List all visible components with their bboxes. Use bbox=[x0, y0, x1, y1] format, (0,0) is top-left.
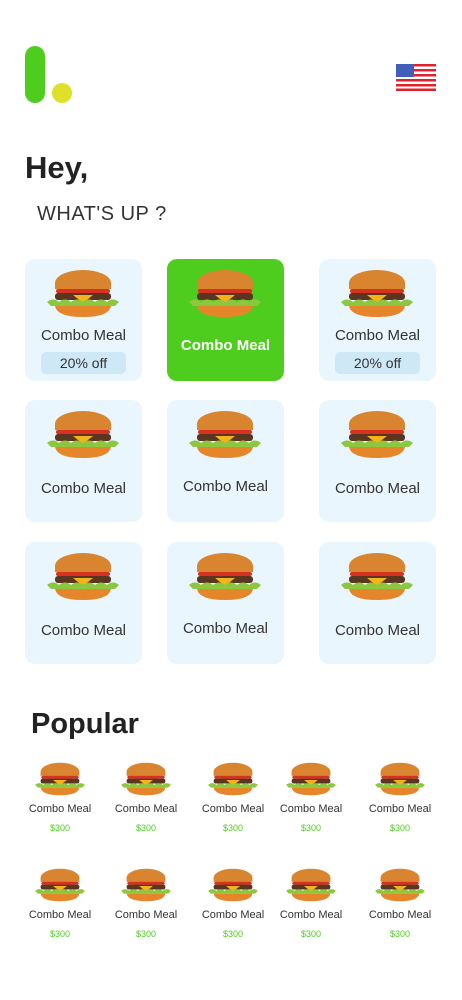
category-card[interactable]: Combo Meal bbox=[167, 259, 284, 381]
burger-image bbox=[43, 410, 123, 462]
item-name: Combo Meal bbox=[368, 803, 432, 815]
burger-image bbox=[337, 410, 417, 462]
category-name: Combo Meal bbox=[182, 478, 269, 495]
item-name: Combo Meal bbox=[114, 909, 178, 921]
category-card[interactable]: Combo Meal bbox=[319, 400, 436, 522]
category-card[interactable]: Combo Meal 20% off bbox=[319, 259, 436, 381]
us-flag-icon[interactable] bbox=[396, 64, 436, 91]
logo-dot bbox=[52, 83, 72, 103]
discount-badge: 20% off bbox=[41, 352, 126, 374]
popular-item[interactable]: Combo Meal $300 bbox=[195, 762, 271, 833]
popular-item[interactable]: Combo Meal $300 bbox=[108, 868, 184, 939]
item-name: Combo Meal bbox=[114, 803, 178, 815]
burger-image bbox=[337, 269, 417, 321]
item-name: Combo Meal bbox=[368, 909, 432, 921]
item-name: Combo Meal bbox=[201, 909, 265, 921]
burger-image bbox=[337, 552, 417, 604]
discount-badge: 20% off bbox=[335, 352, 420, 374]
item-name: Combo Meal bbox=[28, 909, 92, 921]
item-price: $300 bbox=[135, 929, 157, 939]
item-price: $300 bbox=[389, 929, 411, 939]
burger-image bbox=[283, 868, 339, 904]
burger-image bbox=[32, 762, 88, 798]
item-price: $300 bbox=[300, 823, 322, 833]
burger-image bbox=[372, 868, 428, 904]
category-card[interactable]: Combo Meal bbox=[25, 400, 142, 522]
popular-item[interactable]: Combo Meal $300 bbox=[362, 868, 438, 939]
logo-bar bbox=[25, 46, 45, 103]
category-name: Combo Meal bbox=[40, 327, 127, 344]
category-name: Combo Meal bbox=[40, 622, 127, 639]
popular-item[interactable]: Combo Meal $300 bbox=[273, 762, 349, 833]
category-card[interactable]: Combo Meal bbox=[25, 542, 142, 664]
category-name: Combo Meal bbox=[334, 480, 421, 497]
greeting-title: Hey, bbox=[25, 150, 89, 185]
item-price: $300 bbox=[389, 823, 411, 833]
burger-image bbox=[283, 762, 339, 798]
category-card[interactable]: Combo Meal bbox=[167, 542, 284, 664]
popular-item[interactable]: Combo Meal $300 bbox=[108, 762, 184, 833]
burger-image bbox=[32, 868, 88, 904]
category-name: Combo Meal bbox=[180, 337, 271, 354]
category-name: Combo Meal bbox=[334, 622, 421, 639]
burger-image bbox=[43, 269, 123, 321]
burger-image bbox=[118, 868, 174, 904]
burger-image bbox=[43, 552, 123, 604]
popular-title: Popular bbox=[31, 708, 139, 740]
item-price: $300 bbox=[222, 823, 244, 833]
burger-image bbox=[118, 762, 174, 798]
category-card[interactable]: Combo Meal 20% off bbox=[25, 259, 142, 381]
item-name: Combo Meal bbox=[28, 803, 92, 815]
burger-image bbox=[185, 552, 265, 604]
item-price: $300 bbox=[222, 929, 244, 939]
item-price: $300 bbox=[49, 929, 71, 939]
burger-image bbox=[205, 762, 261, 798]
category-name: Combo Meal bbox=[40, 480, 127, 497]
category-name: Combo Meal bbox=[182, 620, 269, 637]
greeting-subtitle: WHAT'S UP ? bbox=[37, 203, 167, 225]
category-name: Combo Meal bbox=[334, 327, 421, 344]
item-name: Combo Meal bbox=[279, 803, 343, 815]
popular-item[interactable]: Combo Meal $300 bbox=[195, 868, 271, 939]
category-card[interactable]: Combo Meal bbox=[167, 400, 284, 522]
burger-image bbox=[185, 410, 265, 462]
popular-item[interactable]: Combo Meal $300 bbox=[22, 762, 98, 833]
burger-image bbox=[185, 269, 265, 321]
item-price: $300 bbox=[49, 823, 71, 833]
item-price: $300 bbox=[135, 823, 157, 833]
burger-image bbox=[205, 868, 261, 904]
category-card[interactable]: Combo Meal bbox=[319, 542, 436, 664]
popular-item[interactable]: Combo Meal $300 bbox=[362, 762, 438, 833]
item-name: Combo Meal bbox=[201, 803, 265, 815]
item-price: $300 bbox=[300, 929, 322, 939]
burger-image bbox=[372, 762, 428, 798]
popular-item[interactable]: Combo Meal $300 bbox=[273, 868, 349, 939]
popular-item[interactable]: Combo Meal $300 bbox=[22, 868, 98, 939]
item-name: Combo Meal bbox=[279, 909, 343, 921]
